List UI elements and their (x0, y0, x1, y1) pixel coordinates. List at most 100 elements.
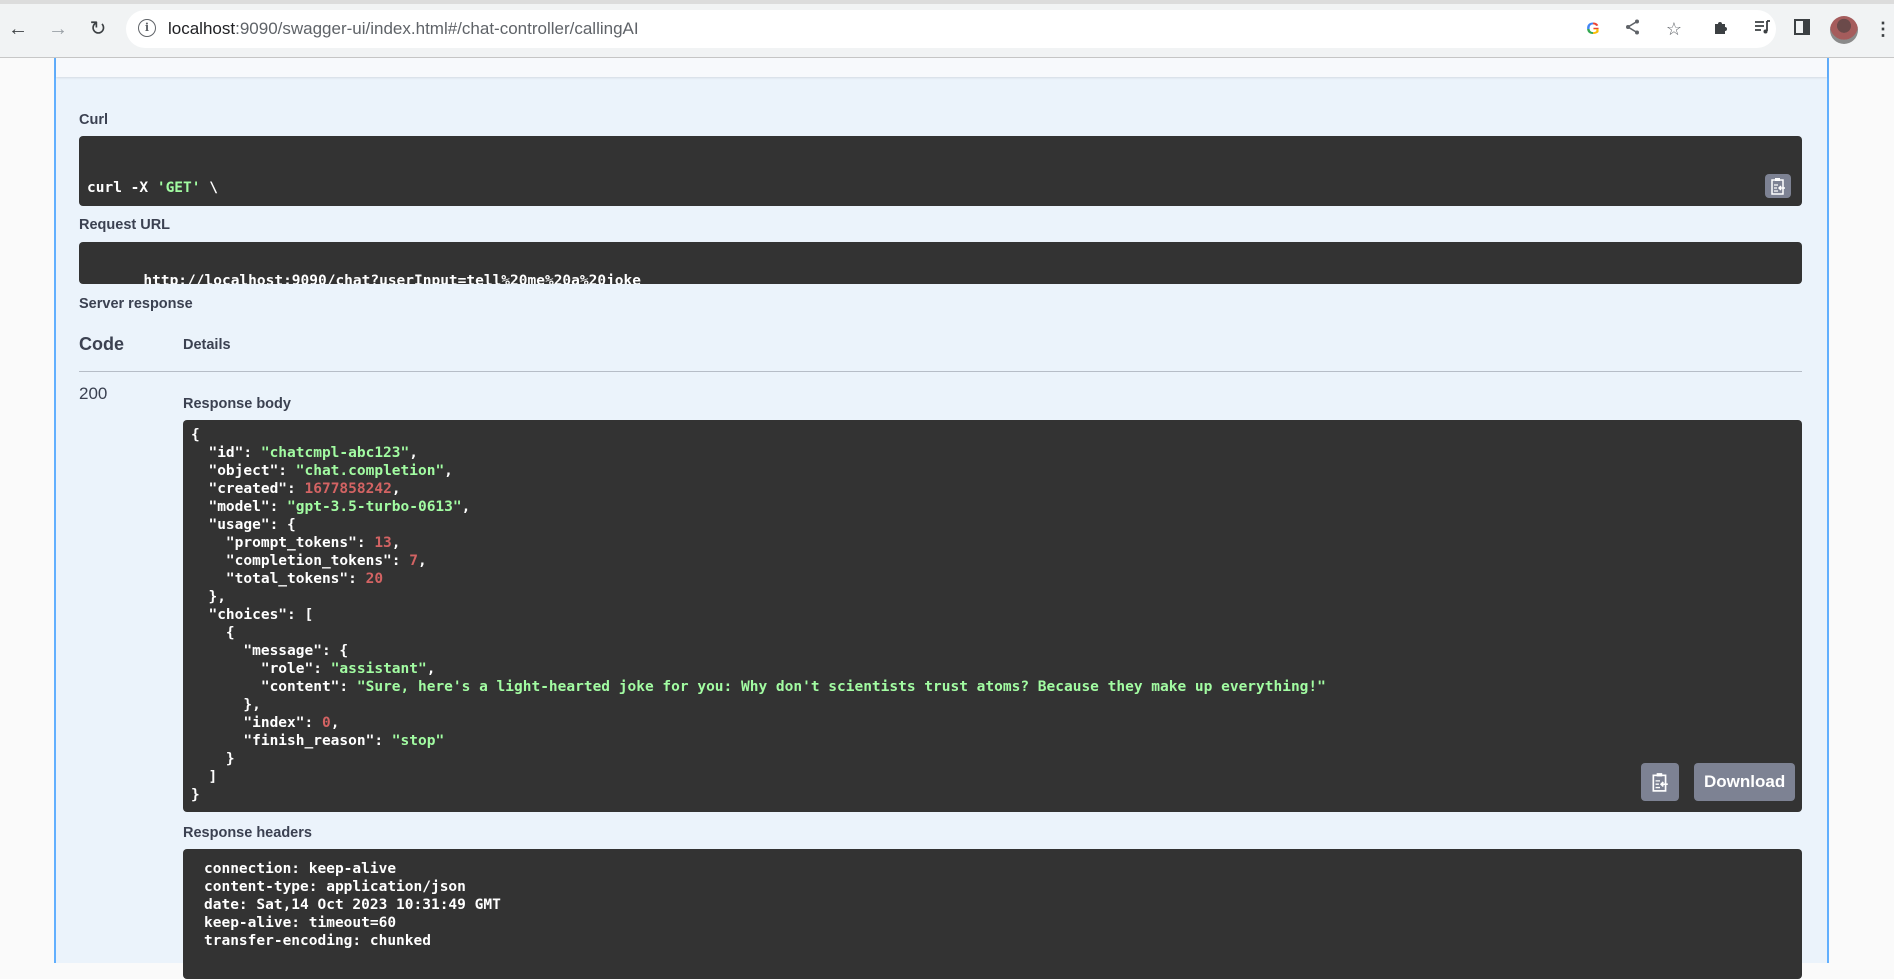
json-punct: , (409, 445, 418, 461)
operation-header-band (56, 58, 1827, 77)
json-punct: }, (191, 589, 226, 605)
json-punct: , (417, 553, 427, 569)
response-body-line: } (191, 786, 1794, 804)
response-body-block[interactable]: { "id": "chatcmpl-abc123", "object": "ch… (183, 420, 1802, 812)
request-url-value: http://localhost:9090/chat?userInput=tel… (143, 273, 641, 284)
extensions-icon[interactable] (1710, 18, 1732, 40)
json-punct: "prompt_tokens": (191, 535, 375, 551)
profile-avatar[interactable] (1830, 16, 1858, 44)
json-punct: "message": { (191, 643, 349, 659)
response-header-line: content-type: application/json (204, 879, 466, 895)
json-punct: "finish_reason": (191, 733, 392, 749)
download-button[interactable]: Download (1694, 763, 1796, 801)
response-body-line: { (191, 624, 1794, 642)
share-icon[interactable] (1622, 18, 1644, 40)
request-url-label: Request URL (79, 217, 171, 233)
json-punct: } (191, 751, 235, 767)
response-body-line: "model": "gpt-3.5-turbo-0613", (191, 498, 1794, 516)
json-punct: "id": (191, 445, 261, 461)
json-punct: , (391, 481, 401, 497)
response-header-line: date: Sat,14 Oct 2023 10:31:49 GMT (204, 897, 501, 913)
google-icon[interactable]: G (1582, 18, 1604, 40)
json-string: "chatcmpl-abc123" (260, 445, 410, 461)
forward-icon[interactable]: → (46, 17, 70, 41)
menu-kebab-icon[interactable]: ⋮ (1872, 18, 1894, 40)
json-punct: , (426, 661, 436, 677)
clipboard-copy-icon (1652, 773, 1668, 792)
response-body-line: "index": 0, (191, 714, 1794, 732)
address-url[interactable]: localhost:9090/swagger-ui/index.html#/ch… (168, 19, 639, 39)
code-column-header: Code (79, 334, 124, 354)
json-string: "assistant" (330, 661, 427, 677)
response-body-line: "id": "chatcmpl-abc123", (191, 444, 1794, 462)
response-header-line: transfer-encoding: chunked (204, 933, 431, 949)
json-punct: "choices": [ (191, 607, 314, 623)
curl-line: curl -X 'GET' \ (87, 180, 218, 196)
browser-toolbar: ← → ↻ i localhost:9090/swagger-ui/index.… (0, 0, 1894, 58)
response-body-line: "created": 1677858242, (191, 480, 1794, 498)
response-body-label: Response body (183, 396, 291, 412)
curl-label: Curl (79, 112, 108, 128)
response-body-line: "role": "assistant", (191, 660, 1794, 678)
json-string: "stop" (391, 733, 445, 749)
json-number: 20 (365, 571, 384, 587)
side-panel-icon[interactable] (1791, 18, 1813, 40)
url-path: :9090/swagger-ui/index.html#/chat-contro… (235, 19, 639, 38)
operation-block-get: Curl curl -X 'GET' \ 'http://localhost:9… (54, 58, 1829, 979)
json-punct: "total_tokens": (191, 571, 366, 587)
json-number: 1677858242 (304, 481, 392, 497)
json-punct: , (330, 715, 340, 731)
response-body-line: }, (191, 588, 1794, 606)
json-punct: } (191, 787, 200, 803)
address-bar[interactable]: i localhost:9090/swagger-ui/index.html#/… (126, 10, 1776, 48)
response-header-line: connection: keep-alive (204, 861, 397, 877)
reload-icon[interactable]: ↻ (86, 17, 110, 41)
json-punct: "object": (191, 463, 296, 479)
json-punct: "model": (191, 499, 288, 515)
response-body-line: "completion_tokens": 7, (191, 552, 1794, 570)
json-punct: "index": (191, 715, 322, 731)
response-body-line: ] (191, 768, 1794, 786)
table-divider (79, 371, 1802, 372)
json-punct: "role": (191, 661, 331, 677)
response-body-line: "total_tokens": 20 (191, 570, 1794, 588)
json-punct: "content": (191, 679, 357, 695)
url-host: localhost (168, 19, 236, 38)
json-number: 0 (321, 715, 331, 731)
response-code: 200 (79, 384, 108, 403)
json-string: "gpt-3.5-turbo-0613" (287, 499, 462, 515)
json-punct: "completion_tokens": (191, 553, 410, 569)
response-headers-block[interactable]: connection: keep-alive content-type: appl… (183, 849, 1802, 979)
server-response-label: Server response (79, 296, 193, 312)
json-number: 13 (374, 535, 392, 551)
json-punct: , (444, 463, 453, 479)
json-punct: , (461, 499, 471, 515)
response-header-line: keep-alive: timeout=60 (204, 915, 397, 931)
json-string: "chat.completion" (295, 463, 445, 479)
response-headers-label: Response headers (183, 825, 312, 841)
site-info-icon[interactable]: i (138, 19, 156, 37)
json-punct: { (191, 625, 235, 641)
copy-response-button[interactable] (1641, 763, 1679, 801)
json-number: 7 (409, 553, 418, 569)
tab-strip (0, 0, 1894, 4)
response-body-line: "choices": [ (191, 606, 1794, 624)
bookmark-star-icon[interactable]: ☆ (1663, 18, 1685, 40)
json-string: "Sure, here's a light-hearted joke for y… (356, 679, 1326, 695)
json-punct: "usage": { (191, 517, 296, 533)
response-body-line: "usage": { (191, 516, 1794, 534)
copy-curl-button[interactable] (1765, 174, 1791, 198)
response-body-line: "object": "chat.completion", (191, 462, 1794, 480)
details-column-header: Details (183, 337, 231, 353)
json-punct: "created": (191, 481, 305, 497)
clipboard-copy-icon (1771, 178, 1785, 195)
response-body-line: "prompt_tokens": 13, (191, 534, 1794, 552)
curl-code-block[interactable]: curl -X 'GET' \ 'http://localhost:9090/c… (79, 136, 1802, 206)
back-icon[interactable]: ← (6, 17, 30, 41)
request-url-block[interactable]: http://localhost:9090/chat?userInput=tel… (79, 242, 1802, 284)
media-control-icon[interactable] (1751, 18, 1773, 40)
response-body-line: } (191, 750, 1794, 768)
json-punct: }, (191, 697, 261, 713)
response-body-line: }, (191, 696, 1794, 714)
json-punct: { (191, 427, 200, 443)
